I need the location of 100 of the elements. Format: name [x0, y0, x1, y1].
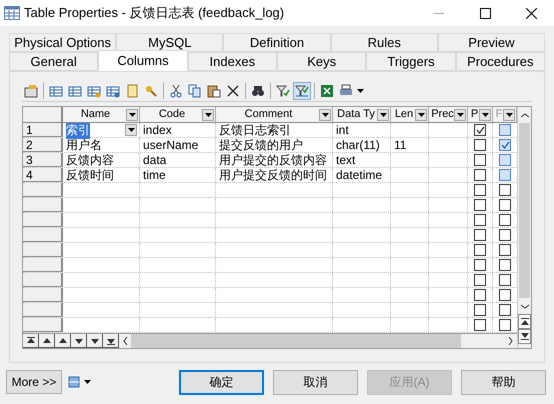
checkbox[interactable]	[499, 259, 511, 271]
close-icon	[526, 8, 536, 18]
dropdown-button[interactable]	[319, 108, 331, 120]
table-cell-text: 反馈时间	[66, 167, 114, 184]
column-header[interactable]: Name	[63, 107, 140, 122]
dropdown-button[interactable]	[126, 108, 138, 120]
checkbox[interactable]	[474, 169, 486, 181]
paste-icon	[207, 84, 221, 98]
tab[interactable]: General	[9, 52, 98, 71]
caret-icon[interactable]	[84, 380, 91, 384]
dropdown-button[interactable]	[377, 108, 389, 120]
row-number[interactable]: 3	[23, 153, 63, 167]
table-cell-text: 11	[394, 137, 406, 154]
dropdown-button[interactable]	[125, 124, 137, 136]
dropdown-button[interactable]	[202, 108, 214, 120]
column-header[interactable]: Comment	[216, 107, 333, 122]
checkbox[interactable]	[474, 124, 486, 136]
tab[interactable]: Physical Options	[9, 33, 116, 52]
navigation-button[interactable]	[71, 334, 87, 348]
column-header[interactable]: Code	[140, 107, 216, 122]
checkbox[interactable]	[474, 319, 486, 331]
checkbox[interactable]	[474, 139, 486, 151]
scroll-bottom-icon	[520, 333, 528, 340]
column-header[interactable]: Prec	[429, 107, 468, 122]
tab[interactable]: Procedures	[456, 52, 545, 71]
more-button[interactable]: More >>	[6, 370, 62, 394]
scroll-bottom-button[interactable]	[518, 329, 531, 344]
checkbox[interactable]	[499, 274, 511, 286]
row-number[interactable]	[23, 183, 63, 197]
spreadsheet-icon	[320, 84, 334, 98]
row-number[interactable]: 4	[23, 168, 63, 182]
row-number[interactable]	[23, 198, 63, 212]
scrollbar-thumb[interactable]	[519, 123, 530, 298]
table-copy-icon	[106, 84, 120, 98]
tab[interactable]: Rules	[330, 33, 438, 52]
checkbox[interactable]	[499, 214, 511, 226]
row-number[interactable]	[23, 258, 63, 272]
tab[interactable]: Keys	[276, 52, 366, 71]
checkbox[interactable]	[499, 184, 511, 196]
tab[interactable]: Triggers	[366, 52, 456, 71]
dropdown-button[interactable]	[503, 108, 515, 120]
toolbar-button[interactable]	[293, 82, 311, 100]
row-number[interactable]	[23, 273, 63, 287]
navigation-button[interactable]	[55, 334, 71, 348]
row-number[interactable]	[23, 228, 63, 242]
checkbox[interactable]	[499, 139, 511, 151]
checkbox[interactable]	[499, 229, 511, 241]
checkbox[interactable]	[499, 304, 511, 316]
checkbox[interactable]	[499, 244, 511, 256]
scroll-down-icon[interactable]	[520, 304, 528, 308]
navigation-button[interactable]	[87, 334, 103, 348]
checkbox[interactable]	[499, 124, 511, 136]
checkbox[interactable]	[474, 214, 486, 226]
tab[interactable]: Preview	[438, 33, 546, 52]
checkbox[interactable]	[474, 184, 486, 196]
column-header[interactable]: Len	[391, 107, 429, 122]
row-number[interactable]	[23, 243, 63, 257]
tab[interactable]: Indexes	[188, 52, 277, 71]
dropdown-button[interactable]	[479, 108, 491, 120]
scroll-right-icon[interactable]	[508, 337, 512, 345]
scrollbar-thumb[interactable]	[131, 334, 461, 348]
scroll-top-button[interactable]	[518, 314, 531, 329]
checkbox[interactable]	[474, 259, 486, 271]
checkbox[interactable]	[474, 244, 486, 256]
navigation-button[interactable]	[23, 334, 39, 348]
printer-icon[interactable]	[68, 376, 80, 388]
column-header[interactable]: P	[468, 107, 493, 122]
column-header[interactable]: Data Ty	[333, 107, 391, 122]
scroll-left-icon[interactable]	[122, 337, 128, 345]
tab[interactable]: Definition	[223, 33, 331, 52]
checkbox[interactable]	[474, 154, 486, 166]
navigation-button[interactable]	[39, 334, 55, 348]
scroll-up-icon[interactable]	[520, 112, 528, 118]
dialog-button[interactable]: 帮助	[461, 370, 546, 394]
tab[interactable]: MySQL	[116, 33, 224, 52]
checkbox[interactable]	[474, 229, 486, 241]
tab[interactable]: Columns	[98, 50, 188, 71]
dialog-button[interactable]: 确定	[179, 370, 264, 394]
checkbox[interactable]	[499, 154, 511, 166]
dialog-button[interactable]: 取消	[273, 370, 358, 394]
row-number[interactable]: 1	[23, 123, 63, 137]
checkbox[interactable]	[474, 199, 486, 211]
row-number[interactable]	[23, 288, 63, 302]
name-field[interactable]: 索引	[66, 123, 139, 139]
row-number[interactable]	[23, 303, 63, 317]
checkbox[interactable]	[499, 169, 511, 181]
checkbox[interactable]	[474, 274, 486, 286]
dropdown-button[interactable]	[415, 108, 427, 120]
checkbox[interactable]	[474, 304, 486, 316]
navigation-button[interactable]	[103, 334, 119, 348]
dropdown-button[interactable]	[454, 108, 466, 120]
row-number[interactable]	[23, 213, 63, 227]
delete-icon	[226, 84, 240, 98]
caret-icon[interactable]	[357, 88, 364, 92]
checkbox[interactable]	[499, 199, 511, 211]
checkbox[interactable]	[474, 289, 486, 301]
checkbox[interactable]	[499, 289, 511, 301]
checkbox[interactable]	[499, 319, 511, 331]
row-down-icon	[74, 336, 82, 344]
row-number[interactable]: 2	[23, 138, 63, 152]
